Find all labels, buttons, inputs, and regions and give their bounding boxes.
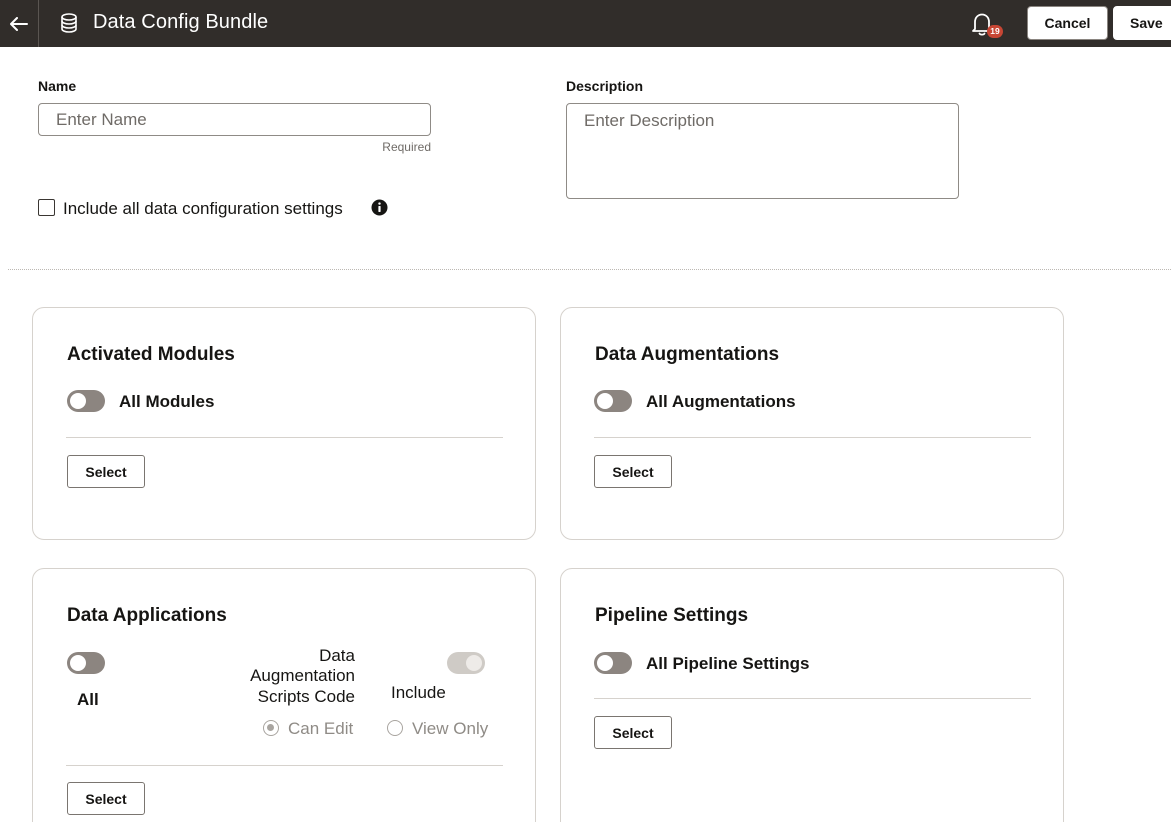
can-edit-label: Can Edit: [288, 719, 354, 738]
notification-badge: 19: [987, 25, 1003, 38]
all-applications-toggle[interactable]: [67, 652, 105, 674]
view-only-radio[interactable]: [387, 720, 403, 736]
scripts-code-label-line3: Scripts Code: [257, 687, 355, 706]
database-icon: [61, 13, 77, 33]
data-applications-card: Data Applications All Data Augmentation …: [32, 568, 536, 822]
include-label: Include: [391, 683, 446, 702]
all-modules-toggle[interactable]: [67, 390, 105, 412]
app-header: Data Config Bundle 19 Cancel Save: [0, 0, 1171, 47]
info-icon[interactable]: [371, 199, 388, 216]
select-pipeline-settings-button[interactable]: Select: [594, 716, 672, 749]
card-title: Data Augmentations: [595, 344, 780, 365]
name-input[interactable]: [38, 103, 431, 136]
select-augmentations-button[interactable]: Select: [594, 455, 672, 488]
card-title: Activated Modules: [67, 344, 235, 365]
description-label: Description: [566, 78, 644, 94]
card-divider: [594, 698, 1031, 699]
include-all-label: Include all data configuration settings: [63, 199, 343, 218]
include-all-checkbox[interactable]: [38, 199, 55, 216]
scripts-code-label-line1: Data: [319, 646, 355, 665]
name-required-hint: Required: [382, 140, 431, 154]
data-augmentations-card: Data Augmentations All Augmentations Sel…: [560, 307, 1064, 540]
card-title: Data Applications: [67, 605, 227, 626]
page-title: Data Config Bundle: [93, 11, 269, 33]
all-modules-label: All Modules: [119, 392, 215, 411]
save-button[interactable]: Save: [1113, 6, 1171, 40]
arrow-left-icon: [10, 16, 28, 31]
cancel-button[interactable]: Cancel: [1027, 6, 1108, 40]
all-pipeline-settings-toggle[interactable]: [594, 652, 632, 674]
back-button[interactable]: [0, 0, 38, 47]
include-scripts-toggle[interactable]: [447, 652, 485, 674]
scripts-code-label-line2: Augmentation: [250, 666, 355, 685]
all-label: All: [77, 690, 99, 709]
section-divider: [8, 269, 1171, 270]
card-divider: [594, 437, 1031, 438]
name-label: Name: [38, 78, 77, 94]
all-pipeline-settings-label: All Pipeline Settings: [646, 654, 810, 673]
card-divider: [66, 765, 503, 766]
select-applications-button[interactable]: Select: [67, 782, 145, 815]
select-modules-button[interactable]: Select: [67, 455, 145, 488]
description-input[interactable]: [566, 103, 959, 199]
all-augmentations-toggle[interactable]: [594, 390, 632, 412]
all-augmentations-label: All Augmentations: [646, 392, 796, 411]
pipeline-settings-card: Pipeline Settings All Pipeline Settings …: [560, 568, 1064, 822]
card-divider: [66, 437, 503, 438]
view-only-label: View Only: [412, 719, 489, 738]
card-title: Pipeline Settings: [595, 605, 749, 626]
header-divider: [38, 0, 39, 47]
can-edit-radio[interactable]: [263, 720, 279, 736]
activated-modules-card: Activated Modules All Modules Select: [32, 307, 536, 540]
